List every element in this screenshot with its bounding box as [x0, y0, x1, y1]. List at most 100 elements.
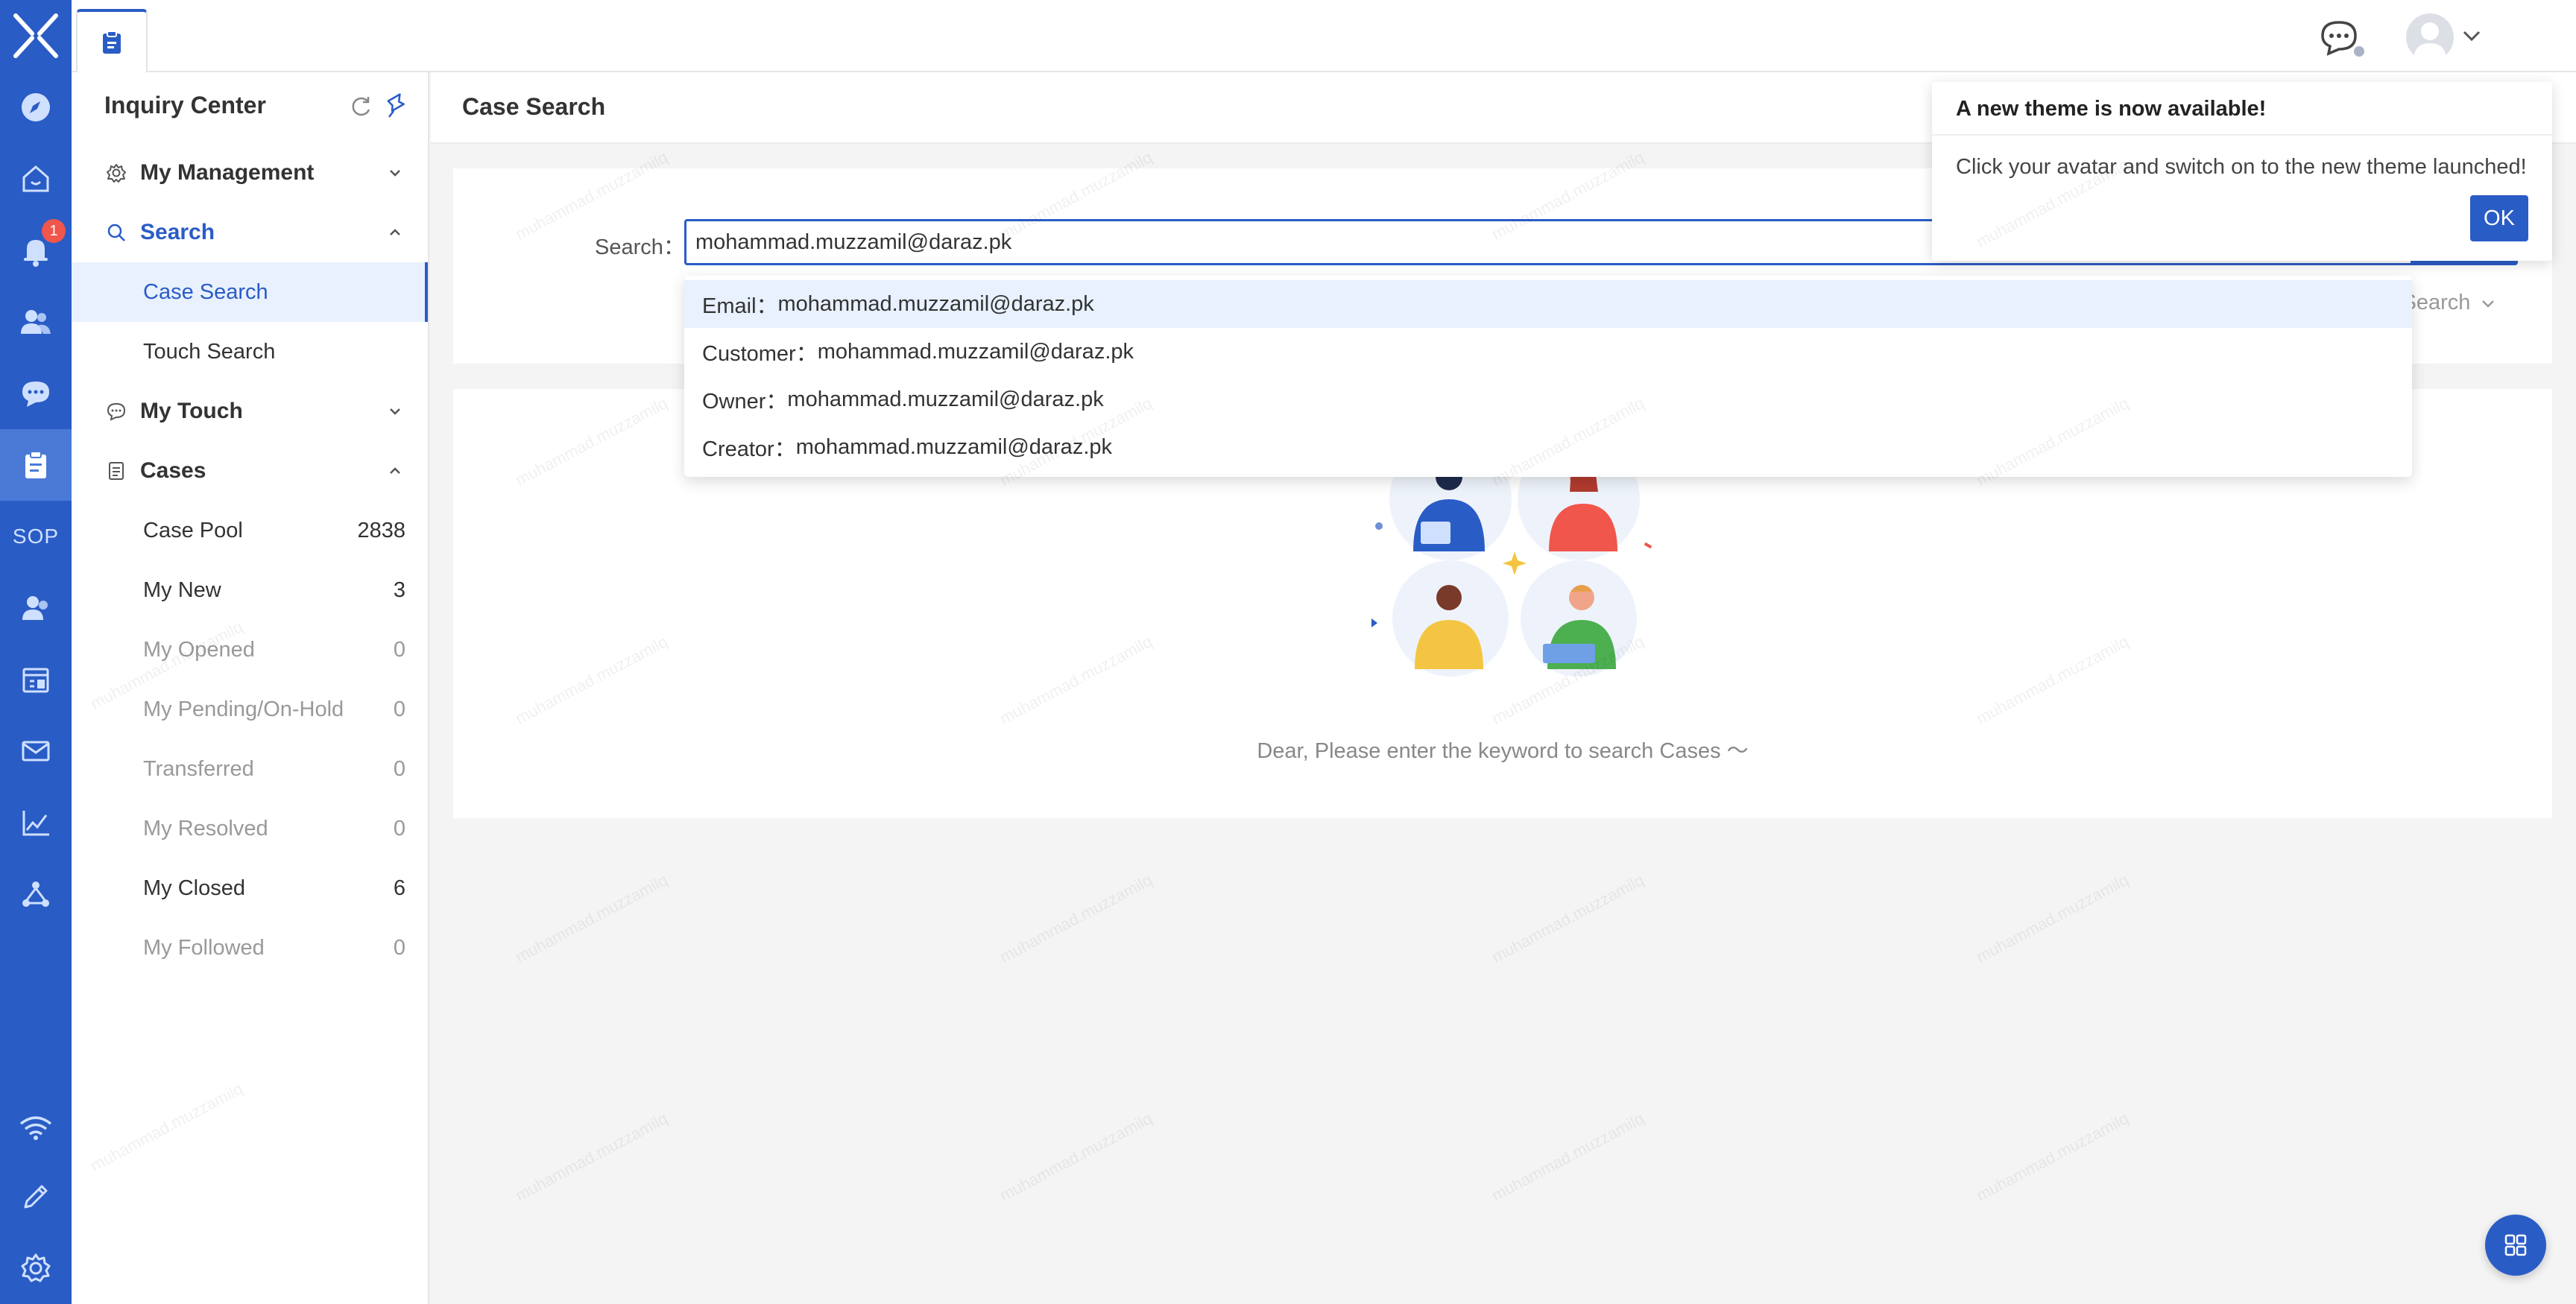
- rail-edit[interactable]: [0, 1161, 72, 1232]
- ok-button[interactable]: OK: [2470, 195, 2528, 241]
- section-my-touch[interactable]: My Touch: [72, 382, 428, 441]
- gear-icon: [21, 1253, 51, 1282]
- watermark: muhammad.muzzamilq: [1489, 870, 1647, 966]
- clipboard-icon: [25, 451, 46, 478]
- refresh-icon[interactable]: [347, 93, 374, 120]
- section-label: Search: [140, 220, 215, 244]
- chevron-down-icon: [2482, 300, 2495, 308]
- watermark: muhammad.muzzamilq: [1973, 1109, 2132, 1205]
- pencil-icon: [24, 1185, 48, 1209]
- sidebar-item-count: 0: [393, 697, 405, 721]
- suggestion-owner[interactable]: Owner： mohammad.muzzamil@daraz.pk: [684, 376, 2412, 423]
- nav-rail: 1 SOP: [0, 0, 72, 1304]
- home-icon: [22, 165, 49, 192]
- rail-home[interactable]: [0, 143, 72, 215]
- logo-x-icon: [13, 13, 58, 58]
- sidebar-item-transferred[interactable]: Transferred 0: [72, 739, 428, 799]
- compass-icon: [22, 93, 50, 121]
- sop-icon: SOP: [12, 525, 60, 548]
- sidebar: Inquiry Center My Management Search Case…: [72, 72, 429, 1304]
- sidebar-item-label: My Resolved: [143, 816, 268, 841]
- notification-title: A new theme is now available!: [1956, 97, 2267, 121]
- calendar-icon: [22, 668, 49, 693]
- suggestion-customer[interactable]: Customer： mohammad.muzzamil@daraz.pk: [684, 328, 2412, 376]
- user-avatar[interactable]: [2406, 13, 2454, 61]
- rail-sop[interactable]: SOP: [0, 501, 72, 572]
- mail-icon: [22, 741, 50, 762]
- sidebar-item-count: 0: [393, 756, 405, 781]
- sidebar-item-label: Case Search: [143, 279, 268, 304]
- suggestion-value: mohammad.muzzamil@daraz.pk: [777, 291, 1094, 316]
- notification-badge: 1: [42, 219, 66, 243]
- sidebar-item-my-pending[interactable]: My Pending/On-Hold 0: [72, 680, 428, 739]
- chevron-down-icon: [390, 170, 400, 177]
- app-logo[interactable]: [0, 0, 72, 72]
- line-chart-icon: [22, 811, 49, 836]
- sidebar-item-count: 2838: [357, 518, 405, 542]
- rail-explore[interactable]: [0, 72, 72, 143]
- suggestion-field: Creator：: [702, 437, 796, 461]
- chevron-up-icon: [390, 229, 400, 235]
- chat-bubble-icon: [22, 382, 49, 407]
- sidebar-item-count: 3: [393, 577, 405, 602]
- suggestion-field: Owner：: [702, 390, 788, 414]
- sidebar-item-label: My Pending/On-Hold: [143, 697, 344, 721]
- rail-chat[interactable]: [0, 358, 72, 429]
- section-label: My Touch: [140, 399, 243, 423]
- tab-inquiry-center[interactable]: [76, 9, 148, 73]
- notification-body: Click your avatar and switch on to the n…: [1956, 155, 2527, 179]
- empty-message: Dear, Please enter the keyword to search…: [1257, 739, 1749, 763]
- sidebar-item-count: 0: [393, 935, 405, 960]
- grid-icon: [2504, 1234, 2527, 1256]
- sidebar-item-my-followed[interactable]: My Followed 0: [72, 918, 428, 978]
- clipboard-icon: [103, 31, 121, 54]
- contacts-icon: [22, 596, 48, 620]
- search-icon: [107, 224, 125, 241]
- suggestion-email[interactable]: Email： mohammad.muzzamil@daraz.pk: [684, 280, 2412, 328]
- sidebar-item-label: My New: [143, 577, 221, 602]
- sidebar-item-case-search[interactable]: Case Search: [72, 262, 428, 322]
- watermark: muhammad.muzzamilq: [997, 1109, 1155, 1205]
- watermark: muhammad.muzzamilq: [512, 870, 671, 966]
- rail-mail[interactable]: [0, 715, 72, 787]
- section-search[interactable]: Search: [72, 203, 428, 262]
- rail-notifications[interactable]: 1: [0, 215, 72, 286]
- sidebar-item-my-resolved[interactable]: My Resolved 0: [72, 799, 428, 858]
- rail-users[interactable]: [0, 286, 72, 358]
- section-cases[interactable]: Cases: [72, 441, 428, 501]
- sidebar-item-my-opened[interactable]: My Opened 0: [72, 620, 428, 680]
- chat-status-dot: [2354, 46, 2364, 57]
- rail-contacts[interactable]: [0, 572, 72, 644]
- document-icon: [109, 462, 124, 480]
- suggestion-creator[interactable]: Creator： mohammad.muzzamil@daraz.pk: [684, 423, 2412, 471]
- rail-calendar[interactable]: [0, 644, 72, 715]
- sidebar-item-label: Touch Search: [143, 339, 276, 364]
- sidebar-item-my-new[interactable]: My New 3: [72, 560, 428, 620]
- rail-network[interactable]: [0, 858, 72, 930]
- watermark: muhammad.muzzamilq: [997, 870, 1155, 966]
- chevron-down-icon[interactable]: [2460, 24, 2484, 48]
- watermark: muhammad.muzzamilq: [1973, 870, 2132, 966]
- rail-cases[interactable]: [0, 429, 72, 501]
- section-label: My Management: [140, 160, 315, 185]
- section-my-management[interactable]: My Management: [72, 143, 428, 203]
- suggestion-value: mohammad.muzzamil@daraz.pk: [817, 339, 1134, 364]
- suggestion-value: mohammad.muzzamil@daraz.pk: [795, 434, 1112, 459]
- avatar-icon: [2414, 22, 2446, 61]
- watermark: muhammad.muzzamilq: [1489, 1109, 1647, 1205]
- rail-settings[interactable]: [0, 1232, 72, 1304]
- pin-icon[interactable]: [383, 93, 410, 120]
- chevron-up-icon: [390, 467, 400, 474]
- sidebar-item-label: My Followed: [143, 935, 265, 960]
- rail-connection[interactable]: [0, 1091, 72, 1162]
- gear-icon: [107, 164, 126, 183]
- rail-analytics[interactable]: [0, 787, 72, 858]
- sidebar-item-my-closed[interactable]: My Closed 6: [72, 858, 428, 918]
- users-icon: [21, 310, 51, 334]
- watermark: muhammad.muzzamilq: [512, 1109, 671, 1205]
- suggestion-field: Customer：: [702, 342, 818, 366]
- suggestion-value: mohammad.muzzamil@daraz.pk: [787, 387, 1104, 411]
- sidebar-item-case-pool[interactable]: Case Pool 2838: [72, 501, 428, 560]
- apps-button[interactable]: [2485, 1215, 2546, 1276]
- sidebar-item-touch-search[interactable]: Touch Search: [72, 322, 428, 382]
